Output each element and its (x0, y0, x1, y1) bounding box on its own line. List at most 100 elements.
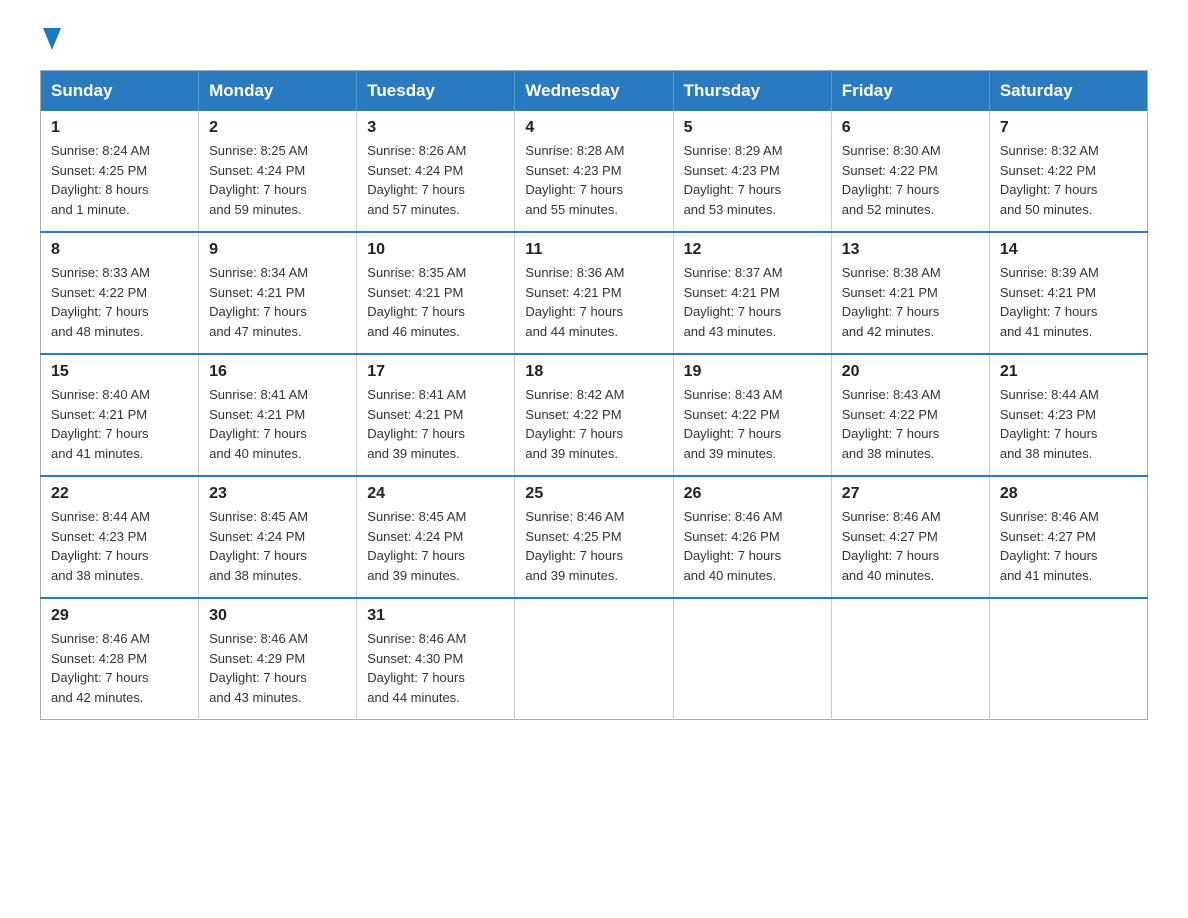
calendar-day-cell: 23 Sunrise: 8:45 AMSunset: 4:24 PMDaylig… (199, 476, 357, 598)
weekday-header-row: SundayMondayTuesdayWednesdayThursdayFrid… (41, 71, 1148, 112)
day-number: 26 (684, 485, 821, 503)
day-info: Sunrise: 8:32 AMSunset: 4:22 PMDaylight:… (1000, 141, 1137, 219)
day-info: Sunrise: 8:35 AMSunset: 4:21 PMDaylight:… (367, 263, 504, 341)
calendar-day-cell: 9 Sunrise: 8:34 AMSunset: 4:21 PMDayligh… (199, 232, 357, 354)
day-number: 25 (525, 485, 662, 503)
calendar-day-cell: 8 Sunrise: 8:33 AMSunset: 4:22 PMDayligh… (41, 232, 199, 354)
day-number: 28 (1000, 485, 1137, 503)
logo-arrow-icon (43, 28, 61, 50)
calendar-day-cell: 17 Sunrise: 8:41 AMSunset: 4:21 PMDaylig… (357, 354, 515, 476)
day-info: Sunrise: 8:42 AMSunset: 4:22 PMDaylight:… (525, 385, 662, 463)
calendar-day-cell (515, 598, 673, 720)
calendar-day-cell: 28 Sunrise: 8:46 AMSunset: 4:27 PMDaylig… (989, 476, 1147, 598)
day-number: 7 (1000, 119, 1137, 137)
day-number: 22 (51, 485, 188, 503)
calendar-day-cell (989, 598, 1147, 720)
day-info: Sunrise: 8:45 AMSunset: 4:24 PMDaylight:… (209, 507, 346, 585)
weekday-header-friday: Friday (831, 71, 989, 112)
calendar-day-cell: 29 Sunrise: 8:46 AMSunset: 4:28 PMDaylig… (41, 598, 199, 720)
weekday-header-tuesday: Tuesday (357, 71, 515, 112)
day-number: 2 (209, 119, 346, 137)
day-number: 15 (51, 363, 188, 381)
calendar-day-cell: 3 Sunrise: 8:26 AMSunset: 4:24 PMDayligh… (357, 111, 515, 232)
weekday-header-wednesday: Wednesday (515, 71, 673, 112)
day-info: Sunrise: 8:38 AMSunset: 4:21 PMDaylight:… (842, 263, 979, 341)
day-number: 18 (525, 363, 662, 381)
day-number: 21 (1000, 363, 1137, 381)
day-info: Sunrise: 8:46 AMSunset: 4:27 PMDaylight:… (842, 507, 979, 585)
logo-text (40, 30, 61, 50)
calendar-day-cell: 5 Sunrise: 8:29 AMSunset: 4:23 PMDayligh… (673, 111, 831, 232)
day-number: 10 (367, 241, 504, 259)
calendar-day-cell: 30 Sunrise: 8:46 AMSunset: 4:29 PMDaylig… (199, 598, 357, 720)
calendar-day-cell: 13 Sunrise: 8:38 AMSunset: 4:21 PMDaylig… (831, 232, 989, 354)
day-info: Sunrise: 8:46 AMSunset: 4:25 PMDaylight:… (525, 507, 662, 585)
day-number: 29 (51, 607, 188, 625)
calendar-day-cell (831, 598, 989, 720)
day-info: Sunrise: 8:30 AMSunset: 4:22 PMDaylight:… (842, 141, 979, 219)
calendar-table: SundayMondayTuesdayWednesdayThursdayFrid… (40, 70, 1148, 720)
day-info: Sunrise: 8:37 AMSunset: 4:21 PMDaylight:… (684, 263, 821, 341)
calendar-day-cell: 12 Sunrise: 8:37 AMSunset: 4:21 PMDaylig… (673, 232, 831, 354)
weekday-header-monday: Monday (199, 71, 357, 112)
day-info: Sunrise: 8:29 AMSunset: 4:23 PMDaylight:… (684, 141, 821, 219)
calendar-day-cell: 10 Sunrise: 8:35 AMSunset: 4:21 PMDaylig… (357, 232, 515, 354)
day-info: Sunrise: 8:43 AMSunset: 4:22 PMDaylight:… (842, 385, 979, 463)
day-number: 27 (842, 485, 979, 503)
day-info: Sunrise: 8:40 AMSunset: 4:21 PMDaylight:… (51, 385, 188, 463)
day-info: Sunrise: 8:45 AMSunset: 4:24 PMDaylight:… (367, 507, 504, 585)
page-header (40, 30, 1148, 50)
day-number: 31 (367, 607, 504, 625)
day-info: Sunrise: 8:46 AMSunset: 4:29 PMDaylight:… (209, 629, 346, 707)
calendar-day-cell: 2 Sunrise: 8:25 AMSunset: 4:24 PMDayligh… (199, 111, 357, 232)
day-number: 13 (842, 241, 979, 259)
day-info: Sunrise: 8:26 AMSunset: 4:24 PMDaylight:… (367, 141, 504, 219)
calendar-day-cell: 11 Sunrise: 8:36 AMSunset: 4:21 PMDaylig… (515, 232, 673, 354)
calendar-day-cell: 4 Sunrise: 8:28 AMSunset: 4:23 PMDayligh… (515, 111, 673, 232)
calendar-day-cell: 19 Sunrise: 8:43 AMSunset: 4:22 PMDaylig… (673, 354, 831, 476)
day-number: 19 (684, 363, 821, 381)
day-info: Sunrise: 8:46 AMSunset: 4:26 PMDaylight:… (684, 507, 821, 585)
calendar-day-cell: 6 Sunrise: 8:30 AMSunset: 4:22 PMDayligh… (831, 111, 989, 232)
calendar-day-cell: 15 Sunrise: 8:40 AMSunset: 4:21 PMDaylig… (41, 354, 199, 476)
day-info: Sunrise: 8:41 AMSunset: 4:21 PMDaylight:… (367, 385, 504, 463)
calendar-week-row: 15 Sunrise: 8:40 AMSunset: 4:21 PMDaylig… (41, 354, 1148, 476)
calendar-week-row: 22 Sunrise: 8:44 AMSunset: 4:23 PMDaylig… (41, 476, 1148, 598)
day-info: Sunrise: 8:46 AMSunset: 4:30 PMDaylight:… (367, 629, 504, 707)
calendar-day-cell: 25 Sunrise: 8:46 AMSunset: 4:25 PMDaylig… (515, 476, 673, 598)
calendar-week-row: 1 Sunrise: 8:24 AMSunset: 4:25 PMDayligh… (41, 111, 1148, 232)
day-info: Sunrise: 8:44 AMSunset: 4:23 PMDaylight:… (51, 507, 188, 585)
day-number: 1 (51, 119, 188, 137)
day-info: Sunrise: 8:36 AMSunset: 4:21 PMDaylight:… (525, 263, 662, 341)
calendar-day-cell: 31 Sunrise: 8:46 AMSunset: 4:30 PMDaylig… (357, 598, 515, 720)
day-number: 9 (209, 241, 346, 259)
calendar-day-cell: 22 Sunrise: 8:44 AMSunset: 4:23 PMDaylig… (41, 476, 199, 598)
day-number: 4 (525, 119, 662, 137)
day-info: Sunrise: 8:43 AMSunset: 4:22 PMDaylight:… (684, 385, 821, 463)
calendar-week-row: 8 Sunrise: 8:33 AMSunset: 4:22 PMDayligh… (41, 232, 1148, 354)
calendar-day-cell: 21 Sunrise: 8:44 AMSunset: 4:23 PMDaylig… (989, 354, 1147, 476)
day-number: 24 (367, 485, 504, 503)
calendar-day-cell: 7 Sunrise: 8:32 AMSunset: 4:22 PMDayligh… (989, 111, 1147, 232)
day-number: 12 (684, 241, 821, 259)
calendar-day-cell: 16 Sunrise: 8:41 AMSunset: 4:21 PMDaylig… (199, 354, 357, 476)
day-number: 3 (367, 119, 504, 137)
day-number: 23 (209, 485, 346, 503)
day-number: 6 (842, 119, 979, 137)
day-number: 16 (209, 363, 346, 381)
calendar-day-cell: 26 Sunrise: 8:46 AMSunset: 4:26 PMDaylig… (673, 476, 831, 598)
day-info: Sunrise: 8:33 AMSunset: 4:22 PMDaylight:… (51, 263, 188, 341)
day-info: Sunrise: 8:39 AMSunset: 4:21 PMDaylight:… (1000, 263, 1137, 341)
day-number: 17 (367, 363, 504, 381)
day-number: 20 (842, 363, 979, 381)
day-info: Sunrise: 8:46 AMSunset: 4:27 PMDaylight:… (1000, 507, 1137, 585)
day-info: Sunrise: 8:46 AMSunset: 4:28 PMDaylight:… (51, 629, 188, 707)
day-number: 5 (684, 119, 821, 137)
calendar-day-cell: 1 Sunrise: 8:24 AMSunset: 4:25 PMDayligh… (41, 111, 199, 232)
weekday-header-saturday: Saturday (989, 71, 1147, 112)
weekday-header-sunday: Sunday (41, 71, 199, 112)
day-info: Sunrise: 8:41 AMSunset: 4:21 PMDaylight:… (209, 385, 346, 463)
calendar-week-row: 29 Sunrise: 8:46 AMSunset: 4:28 PMDaylig… (41, 598, 1148, 720)
calendar-day-cell (673, 598, 831, 720)
weekday-header-thursday: Thursday (673, 71, 831, 112)
